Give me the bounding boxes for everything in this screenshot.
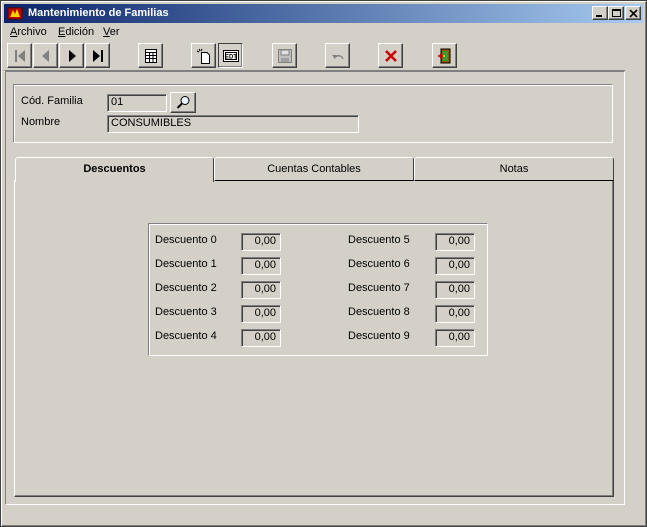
close-icon	[629, 9, 638, 18]
maximize-icon	[612, 9, 621, 17]
cod-familia-label: Cód. Familia	[21, 95, 83, 107]
descuento-9-label: Descuento 9	[348, 330, 410, 342]
window-title: Mantenimiento de Familias	[28, 7, 169, 19]
minimize-icon	[596, 15, 602, 17]
svg-text:EDT: EDT	[225, 55, 237, 61]
menu-bar: Archivo Edición Ver	[4, 24, 643, 42]
menu-edicion[interactable]: Edición	[58, 26, 94, 38]
undo-button[interactable]	[325, 43, 350, 68]
descuento-6-field[interactable]: 0,00	[435, 257, 475, 275]
edit-record-button[interactable]: EDT	[218, 43, 243, 68]
edit-record-icon: EDT	[223, 50, 239, 62]
tab-cuentas-contables[interactable]: Cuentas Contables	[214, 157, 414, 181]
descuento-1-field[interactable]: 0,00	[241, 257, 281, 275]
descuento-2-label: Descuento 2	[155, 282, 217, 294]
first-record-button[interactable]	[7, 43, 32, 68]
tab-descuentos[interactable]: Descuentos	[15, 157, 214, 182]
menu-ver-label: er	[109, 26, 120, 38]
new-record-icon	[196, 48, 210, 64]
status-bar	[4, 507, 643, 525]
minimize-button[interactable]	[592, 6, 608, 20]
menu-ver[interactable]: Ver	[103, 26, 120, 38]
save-record-button[interactable]	[272, 43, 297, 68]
descuento-1-label: Descuento 1	[155, 258, 217, 270]
menu-archivo-label: rchivo	[17, 26, 47, 38]
menu-ver-hotkey: V	[103, 26, 110, 38]
table-view-button[interactable]	[138, 43, 163, 68]
delete-icon	[385, 50, 397, 62]
previous-record-icon	[42, 50, 49, 62]
descuento-8-field[interactable]: 0,00	[435, 305, 475, 323]
nombre-field[interactable]: CONSUMIBLES	[107, 115, 359, 133]
descuento-5-label: Descuento 5	[348, 234, 410, 246]
descuento-5-field[interactable]: 0,00	[435, 233, 475, 251]
descuento-9-field[interactable]: 0,00	[435, 329, 475, 347]
previous-record-button[interactable]	[33, 43, 58, 68]
tab-notas[interactable]: Notas	[414, 157, 614, 181]
descuento-7-label: Descuento 7	[348, 282, 410, 294]
header-group	[13, 84, 613, 143]
last-record-button[interactable]	[85, 43, 110, 68]
menu-edicion-label: dición	[65, 26, 95, 38]
exit-button[interactable]	[432, 43, 457, 68]
descuento-6-label: Descuento 6	[348, 258, 410, 270]
descuento-4-field[interactable]: 0,00	[241, 329, 281, 347]
new-record-button[interactable]	[191, 43, 216, 68]
search-icon	[176, 96, 190, 109]
descuento-8-label: Descuento 8	[348, 306, 410, 318]
main-window: Mantenimiento de Familias Archivo Edició…	[0, 0, 647, 527]
menu-archivo[interactable]: Archivo	[10, 26, 47, 38]
undo-icon	[332, 55, 344, 60]
delete-record-button[interactable]	[378, 43, 403, 68]
table-view-icon	[145, 49, 157, 63]
descuento-2-field[interactable]: 0,00	[241, 281, 281, 299]
next-record-icon	[69, 50, 76, 62]
descuento-4-label: Descuento 4	[155, 330, 217, 342]
cod-familia-field[interactable]: 01	[107, 94, 167, 112]
app-icon	[7, 7, 23, 20]
descuento-0-label: Descuento 0	[155, 234, 217, 246]
descuento-0-field[interactable]: 0,00	[241, 233, 281, 251]
last-record-icon	[93, 50, 103, 62]
save-icon	[278, 49, 292, 63]
descuento-3-label: Descuento 3	[155, 306, 217, 318]
first-record-icon	[15, 50, 25, 62]
close-button[interactable]	[625, 6, 641, 20]
descuento-3-field[interactable]: 0,00	[241, 305, 281, 323]
lookup-button[interactable]	[170, 92, 196, 113]
exit-door-icon	[438, 48, 451, 64]
descuento-7-field[interactable]: 0,00	[435, 281, 475, 299]
nombre-label: Nombre	[21, 116, 61, 128]
next-record-button[interactable]	[59, 43, 84, 68]
title-bar[interactable]: Mantenimiento de Familias	[4, 4, 643, 23]
maximize-button[interactable]	[608, 6, 624, 20]
toolbar: EDT	[4, 42, 643, 70]
